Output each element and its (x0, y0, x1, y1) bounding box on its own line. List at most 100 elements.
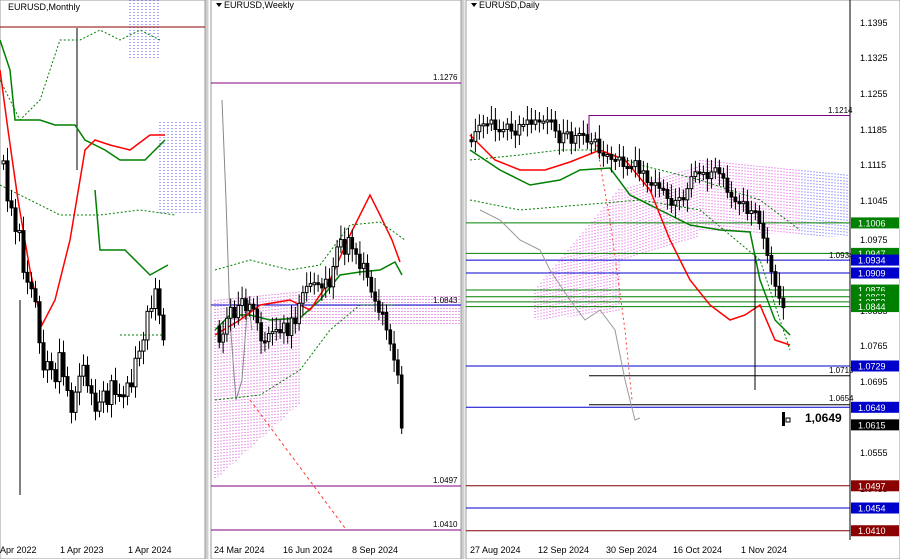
weekly-candle (244, 298, 248, 312)
monthly-candle (145, 310, 150, 341)
daily-x-tick: 30 Sep 2024 (606, 545, 657, 555)
monthly-candle (65, 376, 70, 392)
weekly-candle (278, 328, 282, 334)
daily-candle (597, 138, 602, 154)
weekly-candle (251, 303, 256, 310)
daily-x-tick: 27 Aug 2024 (470, 545, 521, 555)
axis-price-tag-label: 1.0497 (858, 481, 886, 491)
daily-candle (589, 141, 594, 145)
axis-price-tag: 1.0729 (851, 360, 899, 372)
weekly-candle (373, 291, 377, 302)
daily-candle (661, 187, 666, 191)
daily-candle (629, 166, 634, 170)
axis-price-tag-label: 1.0729 (858, 361, 886, 371)
weekly-candle (247, 303, 252, 312)
weekly-candle (384, 311, 389, 331)
daily-candle (489, 119, 494, 125)
axis-price-tag-label: 1.0410 (858, 526, 886, 536)
weekly-candle (342, 239, 347, 255)
monthly-candle (105, 390, 110, 406)
daily-candle (677, 197, 682, 201)
weekly-candle (331, 265, 336, 288)
monthly-candle (73, 391, 78, 413)
daily-candle (473, 131, 478, 142)
monthly-candle (101, 390, 106, 403)
monthly-candle (93, 392, 98, 412)
daily-candle (501, 128, 506, 133)
weekly-candle (232, 306, 237, 319)
weekly-candle (354, 248, 358, 255)
monthly-x-tick: Apr 2022 (0, 545, 37, 555)
monthly-candle (121, 394, 126, 398)
monthly-candle (133, 357, 138, 388)
weekly-candle (358, 253, 362, 269)
monthly-candle (21, 230, 26, 273)
daily-panel[interactable] (465, 0, 900, 559)
weekly-level-label: 1.0410 (433, 520, 458, 529)
daily-candle (773, 271, 778, 287)
daily-candle (565, 131, 570, 135)
axis-price-tag-label: 1.0615 (858, 420, 886, 430)
weekly-candle (293, 317, 298, 325)
daily-candle (701, 171, 706, 175)
axis-price-tag: 1.0844 (851, 301, 899, 313)
daily-candle (613, 158, 618, 162)
daily-candle (569, 131, 574, 144)
monthly-candle (125, 382, 130, 397)
daily-candle (777, 285, 782, 299)
weekly-candle (255, 308, 260, 324)
monthly-candle (13, 207, 18, 232)
monthly-panel[interactable] (0, 0, 206, 559)
axis-price-tag: 1.0454 (851, 502, 899, 514)
daily-candle (693, 171, 698, 178)
price-axis-tick: 1.0695 (860, 377, 888, 387)
daily-candle (477, 124, 482, 133)
chart-workspace: EURUSD,Monthly EURUSD,Weekly EURUSD,Dail… (0, 0, 900, 559)
monthly-x-tick: 1 Apr 2024 (128, 545, 172, 555)
price-axis-tick: 1.1255 (860, 89, 888, 99)
weekly-candle (335, 246, 339, 267)
axis-price-tag: 1.0649 (851, 401, 899, 413)
daily-level-label: 1.0710 (829, 366, 854, 375)
monthly-title: EURUSD,Monthly (8, 2, 81, 12)
price-axis-tick: 1.1185 (860, 125, 887, 135)
daily-candle (545, 119, 550, 123)
monthly-candle (53, 369, 58, 383)
monthly-candle (49, 361, 54, 371)
daily-candle (769, 254, 774, 273)
daily-candle (617, 156, 622, 161)
axis-price-tag-label: 1.0934 (858, 256, 886, 266)
daily-candle (509, 123, 514, 132)
axis-price-tag: 1.0615 (851, 419, 899, 431)
weekly-candle (240, 298, 244, 307)
weekly-level-label: 1.0497 (433, 476, 458, 485)
daily-candle (625, 166, 630, 170)
monthly-candle (37, 301, 42, 344)
weekly-candle (316, 282, 320, 286)
monthly-candle (117, 393, 122, 397)
weekly-candle (350, 237, 355, 250)
daily-candle (641, 170, 646, 174)
price-axis-tick: 1.1115 (860, 160, 886, 170)
price-axis-tick: 1.0975 (860, 235, 888, 245)
weekly-candle (297, 302, 301, 325)
daily-candle (649, 182, 654, 186)
weekly-candle (361, 262, 366, 269)
daily-x-tick: 16 Oct 2024 (673, 545, 722, 555)
daily-candle (609, 153, 614, 160)
monthly-candle (9, 200, 14, 209)
monthly-candle (33, 288, 38, 303)
daily-candle (753, 210, 758, 214)
monthly-candle (1, 160, 6, 165)
weekly-candle (263, 340, 267, 344)
daily-candle (781, 297, 786, 309)
daily-candle (493, 119, 498, 130)
daily-candle (689, 176, 694, 190)
daily-candle (621, 156, 626, 168)
monthly-candle (29, 281, 34, 290)
daily-candle (605, 153, 610, 157)
daily-candle (785, 417, 791, 423)
monthly-candle (109, 380, 114, 406)
weekly-candle (228, 306, 233, 319)
monthly-candle (77, 375, 82, 393)
